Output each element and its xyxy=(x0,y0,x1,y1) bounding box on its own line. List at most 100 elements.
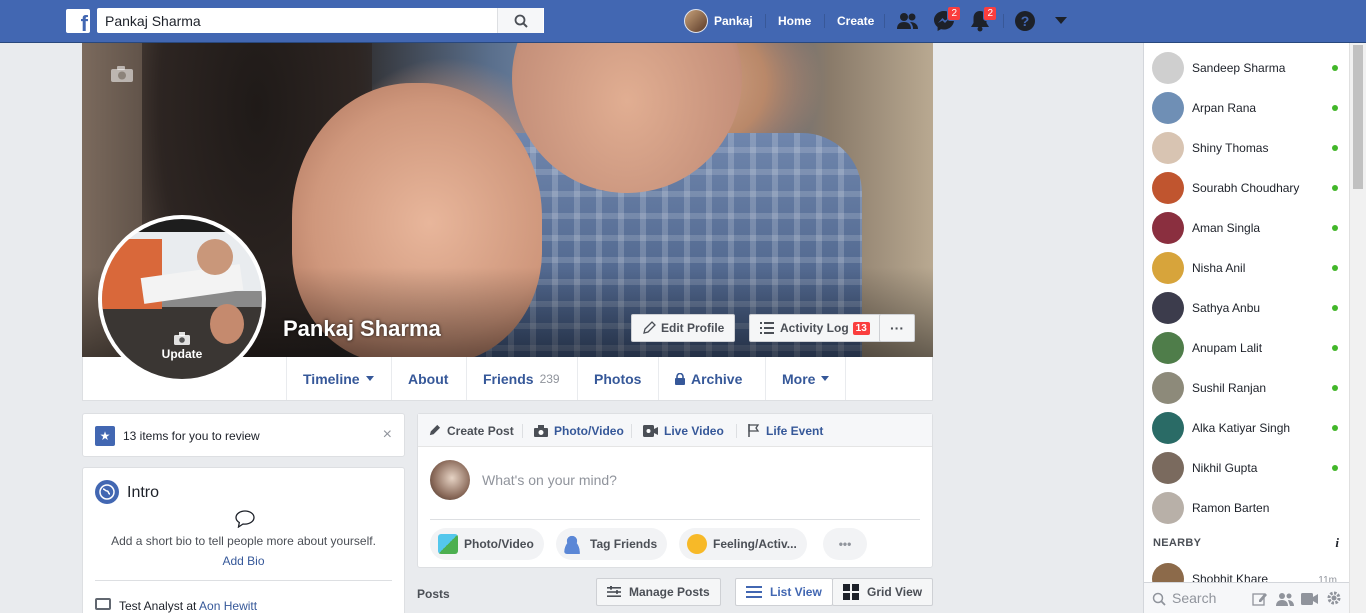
chat-contact[interactable]: Sathya Anbu xyxy=(1144,288,1350,328)
notifications-button[interactable]: 2 xyxy=(967,6,997,33)
help-button[interactable]: ? xyxy=(1012,9,1038,33)
profile-nav-link[interactable]: Pankaj xyxy=(684,0,753,42)
tag-friends-button[interactable]: Tag Friends xyxy=(556,528,668,560)
chat-contact[interactable]: Aman Singla xyxy=(1144,208,1350,248)
profile-photo-area xyxy=(197,239,233,275)
search-input[interactable] xyxy=(98,9,498,32)
chat-contact[interactable]: Nisha Anil xyxy=(1144,248,1350,288)
messages-badge: 2 xyxy=(947,6,961,21)
avatar xyxy=(1152,92,1184,124)
search-icon xyxy=(1152,592,1166,606)
chat-contact[interactable]: Nikhil Gupta xyxy=(1144,448,1350,488)
flag-icon xyxy=(748,424,760,437)
nav-divider xyxy=(765,14,766,28)
chevron-down-icon xyxy=(821,376,830,381)
gear-icon[interactable] xyxy=(1326,590,1342,606)
tab-more[interactable]: More xyxy=(765,357,847,400)
video-call-icon[interactable] xyxy=(1301,592,1319,606)
life-event-tab[interactable]: Life Event xyxy=(748,414,823,447)
question-icon: ? xyxy=(1015,11,1035,31)
search-button[interactable] xyxy=(497,8,543,33)
info-icon[interactable]: i xyxy=(1335,535,1339,551)
company-link[interactable]: Aon Hewitt xyxy=(199,599,257,613)
close-icon[interactable]: × xyxy=(383,426,392,444)
chat-search-input[interactable]: Search xyxy=(1172,590,1216,606)
home-link[interactable]: Home xyxy=(778,0,811,42)
list-view-button[interactable]: List View xyxy=(735,578,833,606)
account-menu-button[interactable] xyxy=(1048,9,1074,33)
search-icon xyxy=(514,14,528,28)
avatar xyxy=(1152,412,1184,444)
avatar xyxy=(1152,212,1184,244)
more-actions-button[interactable]: ••• xyxy=(823,528,867,560)
profile-picture-image: Update xyxy=(102,219,262,379)
facebook-logo-icon[interactable]: f xyxy=(66,9,90,33)
tab-timeline[interactable]: Timeline xyxy=(286,357,390,400)
grid-view-icon xyxy=(843,584,859,600)
action-label: Feeling/Activ... xyxy=(713,537,797,551)
more-options-button[interactable]: ··· xyxy=(879,314,915,342)
speech-bubble-icon xyxy=(235,510,255,531)
review-notice[interactable]: ★ 13 items for you to review × xyxy=(82,413,405,457)
manage-posts-label: Manage Posts xyxy=(629,585,710,599)
list-view-label: List View xyxy=(770,585,822,599)
divider xyxy=(430,519,920,520)
contact-name: Sandeep Sharma xyxy=(1192,61,1286,75)
life-event-label: Life Event xyxy=(766,423,824,438)
activity-log-button[interactable]: Activity Log 13 xyxy=(749,314,881,342)
tab-photos[interactable]: Photos xyxy=(577,357,657,400)
action-label: Tag Friends xyxy=(590,537,658,551)
chat-contact[interactable]: Ramon Barten xyxy=(1144,488,1350,528)
live-video-tab[interactable]: Live Video xyxy=(643,414,724,447)
chat-contact[interactable]: Anupam Lalit xyxy=(1144,328,1350,368)
divider xyxy=(522,424,523,438)
svg-text:?: ? xyxy=(1021,13,1030,29)
update-cover-button[interactable] xyxy=(110,65,134,86)
tab-about[interactable]: About xyxy=(391,357,464,400)
update-profile-picture-button[interactable]: Update xyxy=(102,332,262,361)
chevron-down-icon xyxy=(365,376,374,381)
photo-video-tab[interactable]: Photo/Video xyxy=(534,414,624,447)
edit-profile-button[interactable]: Edit Profile xyxy=(631,314,736,342)
work-prefix: Test Analyst at xyxy=(119,599,200,613)
home-label: Home xyxy=(778,14,812,28)
contact-name: Sushil Ranjan xyxy=(1192,381,1267,395)
camera-icon xyxy=(174,332,190,345)
tag-friends-icon xyxy=(564,534,584,554)
page-scrollbar[interactable] xyxy=(1349,43,1366,613)
chat-contact[interactable]: Alka Katiyar Singh xyxy=(1144,408,1350,448)
grid-view-button[interactable]: Grid View xyxy=(832,578,934,606)
camera-icon xyxy=(534,424,548,437)
profile-picture[interactable]: Update xyxy=(98,215,266,383)
messages-button[interactable]: 2 xyxy=(931,6,961,33)
friend-requests-button[interactable] xyxy=(895,9,921,33)
scrollbar-thumb[interactable] xyxy=(1353,45,1363,189)
manage-posts-button[interactable]: Manage Posts xyxy=(596,578,721,606)
list-view-icon xyxy=(746,586,762,598)
feeling-activity-button[interactable]: Feeling/Activ... xyxy=(679,528,807,560)
group-icon[interactable] xyxy=(1276,592,1294,606)
add-bio-link[interactable]: Add Bio xyxy=(83,554,404,568)
create-link[interactable]: Create xyxy=(837,0,874,42)
chat-contact[interactable]: Arpan Rana xyxy=(1144,88,1350,128)
globe-icon xyxy=(95,480,119,504)
chat-contact[interactable]: Sourabh Choudhary xyxy=(1144,168,1350,208)
search-box[interactable] xyxy=(97,8,544,33)
chat-contact[interactable]: Shiny Thomas xyxy=(1144,128,1350,168)
chat-contact[interactable]: Sushil Ranjan xyxy=(1144,368,1350,408)
photo-video-label: Photo/Video xyxy=(554,423,624,438)
compose-icon[interactable] xyxy=(1252,591,1268,607)
status-input[interactable]: What's on your mind? xyxy=(482,472,617,488)
bio-prompt: Add a short bio to tell people more abou… xyxy=(111,534,376,548)
online-status-dot xyxy=(1332,225,1338,231)
tab-friends[interactable]: Friends 239 xyxy=(466,357,576,400)
nav-divider xyxy=(824,14,825,28)
create-post-tab[interactable]: Create Post xyxy=(428,414,514,447)
tab-archive[interactable]: Archive xyxy=(658,357,758,400)
chat-contact[interactable]: Sandeep Sharma xyxy=(1144,48,1350,88)
profile-name[interactable]: Pankaj Sharma xyxy=(283,316,441,342)
update-label: Update xyxy=(161,347,203,361)
avatar[interactable] xyxy=(430,460,470,500)
tab-label: Photos xyxy=(594,370,642,387)
photo-video-button[interactable]: Photo/Video xyxy=(430,528,544,560)
